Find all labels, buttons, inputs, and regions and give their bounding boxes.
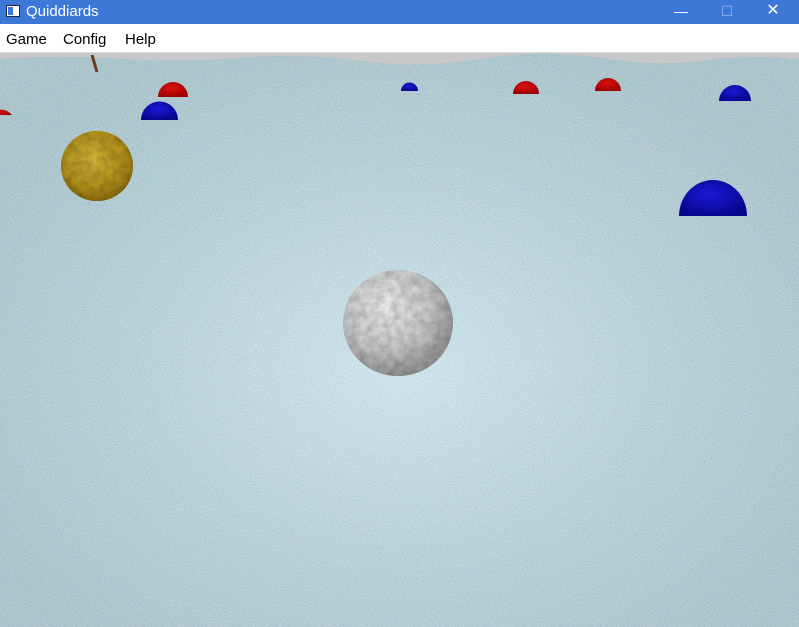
minimize-button[interactable]: — xyxy=(658,0,704,24)
menu-help[interactable]: Help xyxy=(125,31,156,48)
window-title: Quiddiards xyxy=(26,3,99,20)
menu-bar: Game Config Help xyxy=(0,24,799,53)
maximize-button[interactable]: ☐ xyxy=(704,0,750,24)
menu-game[interactable]: Game xyxy=(6,31,47,48)
app-icon xyxy=(6,5,20,17)
game-viewport[interactable] xyxy=(0,53,799,627)
menu-config[interactable]: Config xyxy=(63,31,106,48)
title-bar[interactable]: Quiddiards — ☐ ✕ xyxy=(0,0,799,24)
golden-ball-icon xyxy=(61,131,133,201)
close-button[interactable]: ✕ xyxy=(750,0,796,24)
game-window: Quiddiards — ☐ ✕ Game Config Help xyxy=(0,0,799,627)
cue-ball-icon xyxy=(343,270,453,376)
